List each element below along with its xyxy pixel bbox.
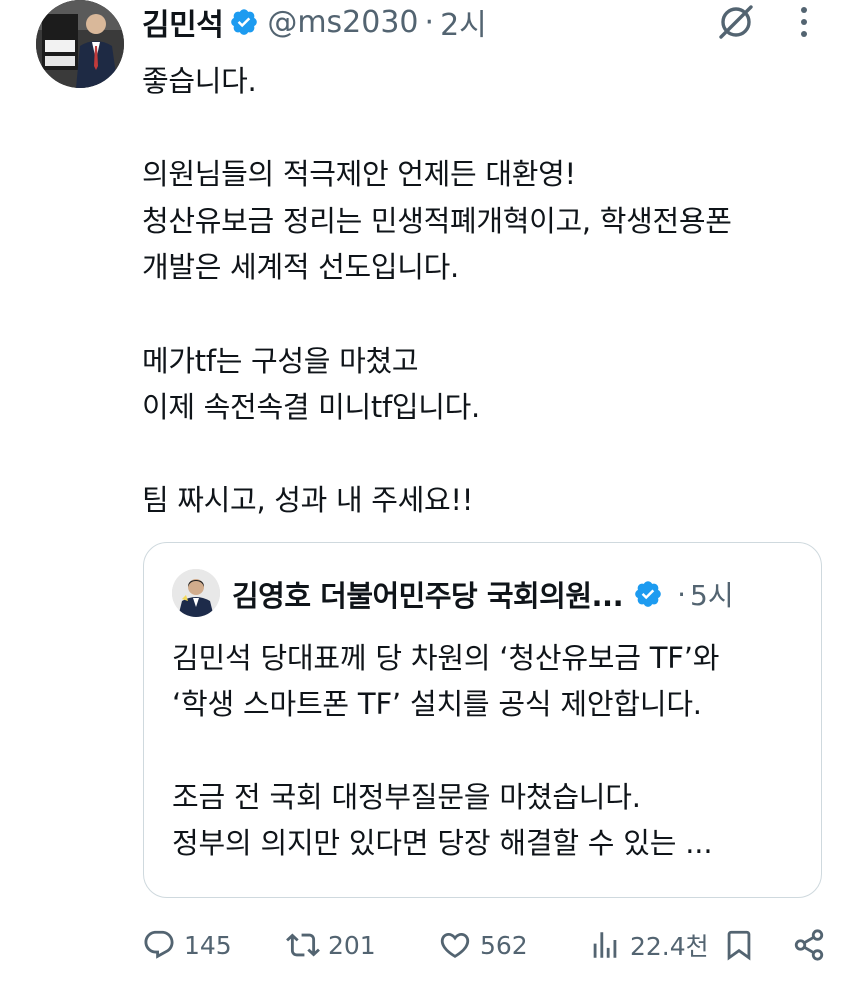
share-icon [794, 929, 824, 961]
post-header: 김민석 @ms2030 · 2시 [142, 0, 487, 44]
quoted-post-header: 김영호 더불어민주당 국회의원... · 5시 [232, 573, 734, 615]
header-separator: · [424, 4, 435, 40]
repost-icon [286, 933, 320, 957]
verified-badge-icon[interactable] [229, 7, 259, 37]
author-avatar[interactable] [36, 0, 124, 88]
grok-icon[interactable] [714, 0, 758, 44]
author-name[interactable]: 김민석 [142, 0, 224, 44]
quoted-header-separator: · [677, 577, 686, 611]
like-icon [440, 932, 470, 958]
post-timestamp[interactable]: 2시 [440, 0, 487, 44]
views-count: 22.4천 [630, 932, 709, 961]
post-text: 좋습니다. 의원님들의 적극제안 언제든 대환영! 청산유보금 정리는 민생적폐… [142, 64, 732, 518]
more-vertical-icon[interactable] [792, 4, 816, 40]
like-button[interactable]: 562 [438, 920, 528, 970]
reply-icon [144, 930, 174, 959]
quoted-post-timestamp: 5시 [690, 579, 734, 612]
bookmark-icon [727, 930, 751, 961]
verified-badge-icon [633, 579, 663, 609]
bookmark-button[interactable] [722, 920, 756, 970]
quoted-author-avatar[interactable] [172, 569, 220, 617]
share-button[interactable] [792, 920, 826, 970]
reply-count: 145 [184, 930, 232, 960]
quoted-post-card[interactable]: 김영호 더불어민주당 국회의원... · 5시 김민석 당대표께 당 차원의 ‘… [143, 542, 822, 898]
repost-count: 201 [328, 930, 376, 960]
views-button[interactable]: 22.4천 [588, 920, 709, 970]
author-handle[interactable]: @ms2030 [267, 5, 418, 40]
post-action-bar: 145 201 562 22.4천 [142, 920, 832, 970]
quoted-author-name[interactable]: 김영호 더불어민주당 국회의원... [232, 573, 624, 615]
like-count: 562 [480, 930, 528, 960]
repost-button[interactable]: 201 [286, 920, 376, 970]
quoted-post-text: 김민석 당대표께 당 차원의 ‘청산유보금 TF’와 ‘학생 스마트폰 TF’ … [172, 641, 720, 861]
views-icon [593, 932, 617, 958]
reply-button[interactable]: 145 [142, 920, 232, 970]
